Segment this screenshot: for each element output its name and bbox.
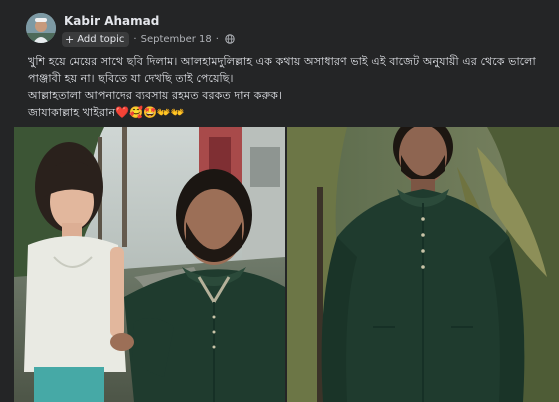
post-text-line-3: জাযাকাল্লাহ খাইরান❤️🥰🤩👐👐 xyxy=(28,106,185,119)
selfie-photo-image xyxy=(14,127,285,402)
add-topic-button[interactable]: + Add topic xyxy=(62,31,130,47)
photo-grid xyxy=(14,127,559,402)
author-avatar[interactable] xyxy=(26,13,56,43)
plus-icon: + xyxy=(65,32,75,46)
post-date[interactable]: September 18 xyxy=(141,34,212,45)
panjabi-photo-image xyxy=(287,127,559,402)
post-meta: + Add topic · September 18 · xyxy=(62,31,235,47)
photo-selfie-with-daughter[interactable] xyxy=(14,127,285,402)
photo-man-in-green-panjabi[interactable] xyxy=(287,127,559,402)
post-text-line-1: খুশি হয়ে মেয়ের সাথে ছবি দিলাম। আলহামদু… xyxy=(28,55,536,85)
author-name[interactable]: Kabir Ahamad xyxy=(64,14,159,28)
meta-separator: · xyxy=(133,33,137,45)
add-topic-label: Add topic xyxy=(77,33,125,45)
avatar-image xyxy=(26,13,56,43)
globe-icon[interactable] xyxy=(225,34,235,44)
post-text: খুশি হয়ে মেয়ের সাথে ছবি দিলাম। আলহামদু… xyxy=(28,53,546,121)
meta-separator-2: · xyxy=(215,33,219,45)
post-header: Kabir Ahamad + Add topic · September 18 … xyxy=(0,0,559,50)
post-card: Kabir Ahamad + Add topic · September 18 … xyxy=(0,0,559,402)
post-text-line-2: আল্লাহতালা আপনাদের ব্যবসায় রহমত বরকত দা… xyxy=(28,89,282,102)
